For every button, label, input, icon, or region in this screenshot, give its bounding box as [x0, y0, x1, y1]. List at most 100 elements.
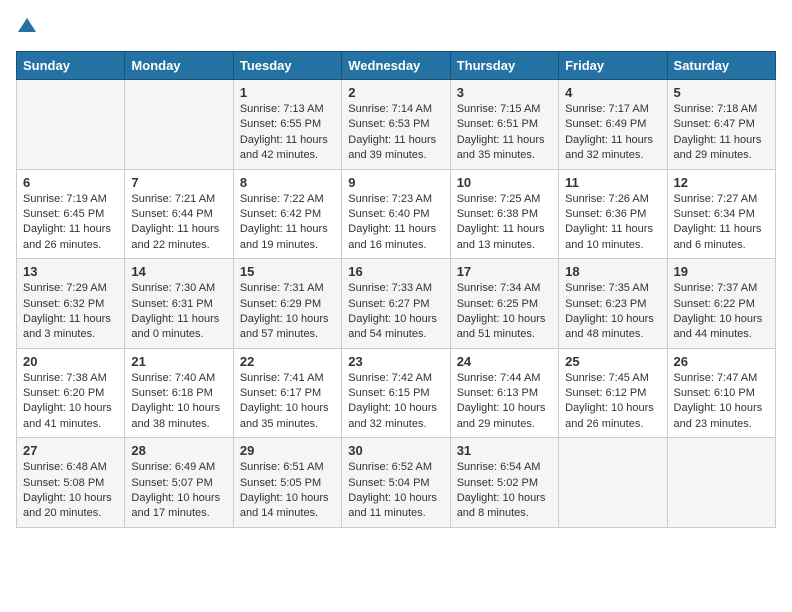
- calendar-cell: 10Sunrise: 7:25 AMSunset: 6:38 PMDayligh…: [450, 169, 558, 259]
- day-number: 16: [348, 264, 443, 279]
- day-number: 1: [240, 85, 335, 100]
- calendar-cell: 2 Sunrise: 7:14 AMSunset: 6:53 PMDaylight…: [342, 80, 450, 170]
- cell-text: Sunrise: 7:26 AM: [565, 192, 660, 207]
- cell-text: Sunrise: 6:48 AM: [23, 460, 118, 475]
- cell-text: Daylight: 10 hours and 26 minutes.: [565, 401, 660, 432]
- cell-text: Sunset: 6:36 PM: [565, 207, 660, 222]
- calendar-cell: [17, 80, 125, 170]
- day-number: 2: [348, 85, 443, 100]
- day-number: 22: [240, 354, 335, 369]
- calendar-week-1: 1Sunrise: 7:13 AMSunset: 6:55 PMDaylight…: [17, 80, 776, 170]
- calendar-cell: 28Sunrise: 6:49 AMSunset: 5:07 PMDayligh…: [125, 438, 233, 528]
- cell-text: Daylight: 10 hours and 17 minutes.: [131, 491, 226, 522]
- cell-text: Daylight: 11 hours and 26 minutes.: [23, 222, 118, 253]
- cell-text: Sunrise: 6:54 AM: [457, 460, 552, 475]
- day-number: 28: [131, 443, 226, 458]
- cell-text: Sunset: 6:51 PM: [457, 117, 552, 132]
- cell-text: Sunset: 6:38 PM: [457, 207, 552, 222]
- cell-text: Sunrise: 7:18 AM: [674, 102, 769, 117]
- cell-text: Sunset: 6:47 PM: [674, 117, 769, 132]
- cell-text: Sunset: 5:02 PM: [457, 476, 552, 491]
- cell-text: Daylight: 10 hours and 57 minutes.: [240, 312, 335, 343]
- cell-text: Daylight: 10 hours and 44 minutes.: [674, 312, 769, 343]
- cell-text: Sunrise: 7:42 AM: [348, 371, 443, 386]
- cell-text: Sunset: 6:29 PM: [240, 297, 335, 312]
- calendar-table: SundayMondayTuesdayWednesdayThursdayFrid…: [16, 51, 776, 528]
- day-number: 5: [674, 85, 769, 100]
- cell-text: Daylight: 11 hours and 0 minutes.: [131, 312, 226, 343]
- calendar-cell: 26Sunrise: 7:47 AMSunset: 6:10 PMDayligh…: [667, 348, 775, 438]
- calendar-cell: 31Sunrise: 6:54 AMSunset: 5:02 PMDayligh…: [450, 438, 558, 528]
- weekday-header-monday: Monday: [125, 52, 233, 80]
- cell-text: Daylight: 10 hours and 54 minutes.: [348, 312, 443, 343]
- cell-text: Sunrise: 7:35 AM: [565, 281, 660, 296]
- cell-text: Daylight: 11 hours and 16 minutes.: [348, 222, 443, 253]
- cell-text: Daylight: 10 hours and 14 minutes.: [240, 491, 335, 522]
- cell-text: Sunset: 6:31 PM: [131, 297, 226, 312]
- cell-text: Daylight: 10 hours and 29 minutes.: [457, 401, 552, 432]
- cell-text: Sunrise: 7:14 AM: [348, 102, 443, 117]
- cell-text: Daylight: 10 hours and 23 minutes.: [674, 401, 769, 432]
- calendar-cell: 8Sunrise: 7:22 AMSunset: 6:42 PMDaylight…: [233, 169, 341, 259]
- cell-text: Sunset: 6:20 PM: [23, 386, 118, 401]
- day-number: 3: [457, 85, 552, 100]
- day-number: 18: [565, 264, 660, 279]
- calendar-cell: 25Sunrise: 7:45 AMSunset: 6:12 PMDayligh…: [559, 348, 667, 438]
- weekday-header-tuesday: Tuesday: [233, 52, 341, 80]
- cell-text: Sunset: 6:18 PM: [131, 386, 226, 401]
- cell-text: Daylight: 10 hours and 8 minutes.: [457, 491, 552, 522]
- cell-text: Sunset: 6:44 PM: [131, 207, 226, 222]
- cell-text: Daylight: 11 hours and 35 minutes.: [457, 133, 552, 164]
- calendar-cell: 9Sunrise: 7:23 AMSunset: 6:40 PMDaylight…: [342, 169, 450, 259]
- day-number: 25: [565, 354, 660, 369]
- cell-text: Sunset: 6:22 PM: [674, 297, 769, 312]
- cell-text: Sunset: 6:27 PM: [348, 297, 443, 312]
- cell-text: Sunrise: 6:51 AM: [240, 460, 335, 475]
- calendar-week-4: 20Sunrise: 7:38 AMSunset: 6:20 PMDayligh…: [17, 348, 776, 438]
- cell-text: Sunrise: 7:19 AM: [23, 192, 118, 207]
- cell-text: Sunrise: 7:23 AM: [348, 192, 443, 207]
- cell-text: Sunrise: 7:21 AM: [131, 192, 226, 207]
- day-number: 7: [131, 175, 226, 190]
- calendar-cell: 12Sunrise: 7:27 AMSunset: 6:34 PMDayligh…: [667, 169, 775, 259]
- cell-text: Sunrise: 7:30 AM: [131, 281, 226, 296]
- calendar-cell: 3Sunrise: 7:15 AMSunset: 6:51 PMDaylight…: [450, 80, 558, 170]
- calendar-cell: 16Sunrise: 7:33 AMSunset: 6:27 PMDayligh…: [342, 259, 450, 349]
- calendar-cell: 24Sunrise: 7:44 AMSunset: 6:13 PMDayligh…: [450, 348, 558, 438]
- cell-text: Daylight: 11 hours and 39 minutes.: [348, 133, 443, 164]
- calendar-cell: 22Sunrise: 7:41 AMSunset: 6:17 PMDayligh…: [233, 348, 341, 438]
- weekday-header-saturday: Saturday: [667, 52, 775, 80]
- cell-text: Daylight: 11 hours and 19 minutes.: [240, 222, 335, 253]
- calendar-cell: 21Sunrise: 7:40 AMSunset: 6:18 PMDayligh…: [125, 348, 233, 438]
- day-number: 19: [674, 264, 769, 279]
- cell-text: Daylight: 11 hours and 22 minutes.: [131, 222, 226, 253]
- calendar-cell: 18Sunrise: 7:35 AMSunset: 6:23 PMDayligh…: [559, 259, 667, 349]
- cell-text: Sunset: 6:32 PM: [23, 297, 118, 312]
- cell-text: Sunset: 6:34 PM: [674, 207, 769, 222]
- cell-text: Daylight: 11 hours and 3 minutes.: [23, 312, 118, 343]
- weekday-header-wednesday: Wednesday: [342, 52, 450, 80]
- cell-text: Daylight: 10 hours and 41 minutes.: [23, 401, 118, 432]
- cell-text: Sunset: 6:40 PM: [348, 207, 443, 222]
- cell-text: Sunset: 5:08 PM: [23, 476, 118, 491]
- cell-text: Sunrise: 7:31 AM: [240, 281, 335, 296]
- day-number: 20: [23, 354, 118, 369]
- day-number: 30: [348, 443, 443, 458]
- cell-text: Sunset: 6:17 PM: [240, 386, 335, 401]
- calendar-cell: [667, 438, 775, 528]
- cell-text: Daylight: 10 hours and 48 minutes.: [565, 312, 660, 343]
- cell-text: Sunset: 6:53 PM: [348, 117, 443, 132]
- calendar-cell: 17Sunrise: 7:34 AMSunset: 6:25 PMDayligh…: [450, 259, 558, 349]
- calendar-cell: 11Sunrise: 7:26 AMSunset: 6:36 PMDayligh…: [559, 169, 667, 259]
- calendar-cell: 13Sunrise: 7:29 AMSunset: 6:32 PMDayligh…: [17, 259, 125, 349]
- cell-text: Sunrise: 7:25 AM: [457, 192, 552, 207]
- calendar-cell: 14Sunrise: 7:30 AMSunset: 6:31 PMDayligh…: [125, 259, 233, 349]
- cell-text: Sunrise: 7:45 AM: [565, 371, 660, 386]
- cell-text: Daylight: 10 hours and 35 minutes.: [240, 401, 335, 432]
- cell-text: Daylight: 10 hours and 20 minutes.: [23, 491, 118, 522]
- day-number: 8: [240, 175, 335, 190]
- cell-text: Daylight: 11 hours and 10 minutes.: [565, 222, 660, 253]
- cell-text: Sunrise: 7:44 AM: [457, 371, 552, 386]
- day-number: 17: [457, 264, 552, 279]
- cell-text: Sunset: 6:49 PM: [565, 117, 660, 132]
